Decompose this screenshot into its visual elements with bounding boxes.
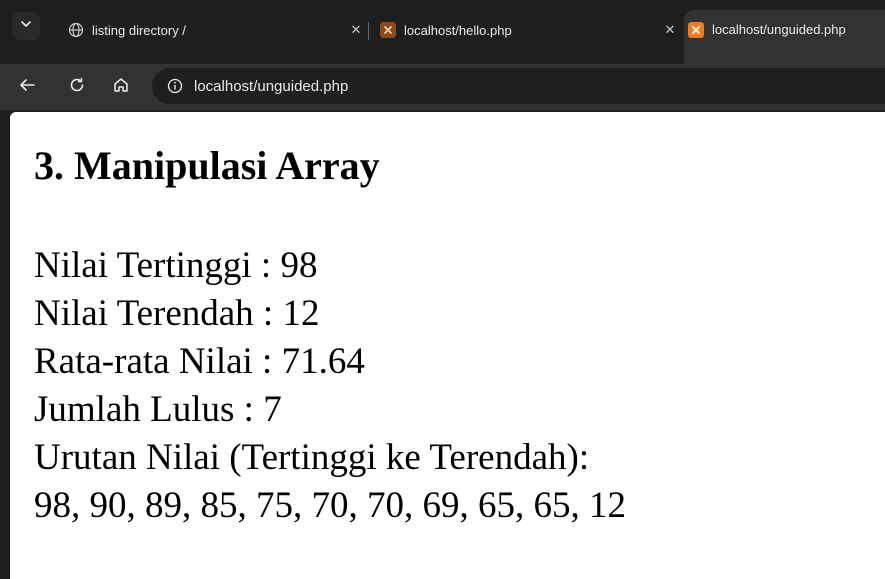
reload-icon <box>68 76 86 99</box>
pass-count-line: Jumlah Lulus : 7 <box>34 389 282 430</box>
sort-order-label: Urutan Nilai (Tertinggi ke Terendah): <box>34 437 590 478</box>
close-icon[interactable]: ✕ <box>662 22 678 38</box>
reload-button[interactable] <box>64 74 90 100</box>
tab-search-button[interactable] <box>12 12 40 40</box>
chevron-down-icon <box>19 17 33 36</box>
tab-divider <box>368 22 369 40</box>
tab-label: localhost/unguided.php <box>712 22 846 37</box>
toolbar: localhost/unguided.php <box>0 64 885 110</box>
url-text[interactable]: localhost/unguided.php <box>194 78 348 95</box>
highest-score-line: Nilai Tertinggi : 98 <box>34 245 318 286</box>
back-arrow-icon <box>18 76 36 99</box>
result-lines: Nilai Tertinggi : 98 Nilai Terendah : 12… <box>34 242 626 530</box>
xampp-icon <box>380 22 396 38</box>
address-bar[interactable]: localhost/unguided.php <box>152 68 885 104</box>
globe-icon <box>68 22 84 38</box>
site-info-icon[interactable] <box>166 77 184 95</box>
page-viewport: 3. Manipulasi Array Nilai Tertinggi : 98… <box>10 112 885 579</box>
tab-label: listing directory / <box>92 22 186 38</box>
sorted-scores-line: 98, 90, 89, 85, 75, 70, 70, 69, 65, 65, … <box>34 485 626 526</box>
tab-unguided-php[interactable]: localhost/unguided.php <box>684 10 885 64</box>
tab-hello-php[interactable]: localhost/hello.php ✕ <box>374 12 686 48</box>
browser-window: listing directory / ✕ localhost/hello.ph… <box>0 0 885 579</box>
page-title: 3. Manipulasi Array <box>34 143 380 188</box>
tab-strip: listing directory / ✕ localhost/hello.ph… <box>0 0 885 64</box>
average-score-line: Rata-rata Nilai : 71.64 <box>34 341 365 382</box>
lowest-score-line: Nilai Terendah : 12 <box>34 293 320 334</box>
home-icon <box>112 76 130 99</box>
tab-label: localhost/hello.php <box>404 22 512 38</box>
close-icon[interactable]: ✕ <box>348 22 364 38</box>
tab-listing-directory[interactable]: listing directory / ✕ <box>64 12 372 48</box>
back-button[interactable] <box>14 74 40 100</box>
xampp-icon <box>688 22 704 38</box>
home-button[interactable] <box>108 74 134 100</box>
